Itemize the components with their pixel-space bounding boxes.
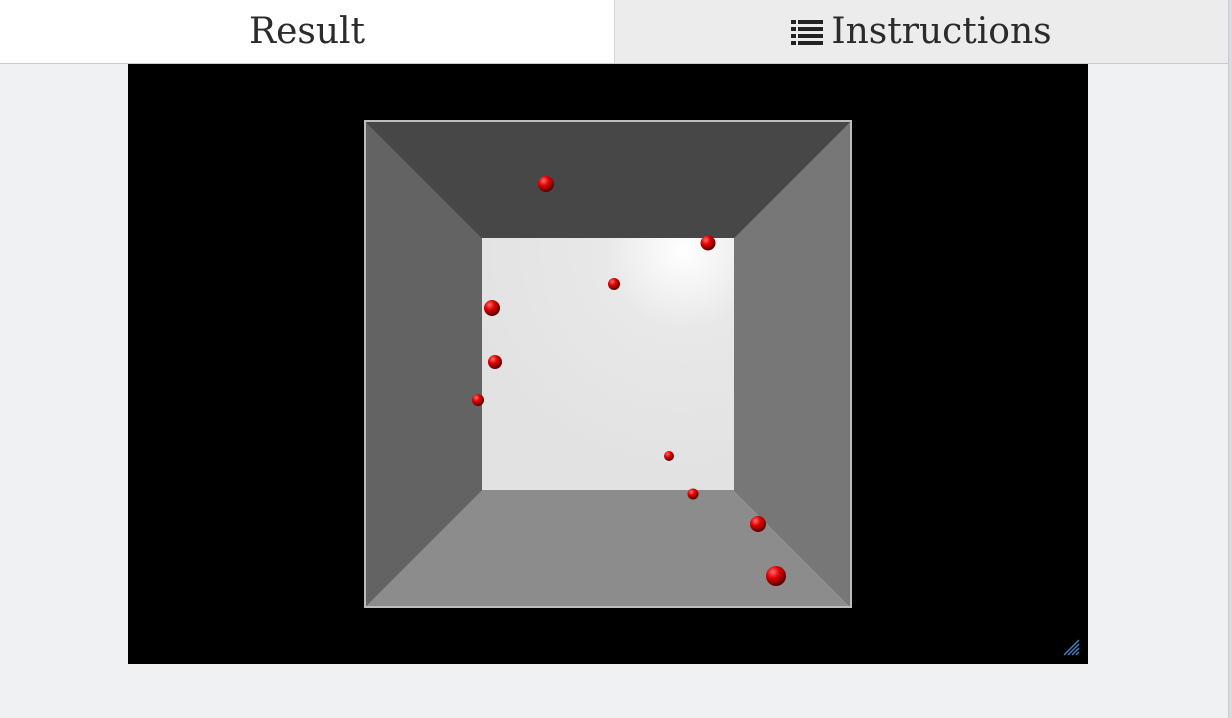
ball <box>488 355 502 369</box>
ball <box>472 394 484 406</box>
box-back-wall <box>482 238 734 490</box>
ball <box>484 300 500 316</box>
tab-instructions[interactable]: Instructions <box>615 0 1228 63</box>
box-scene <box>364 120 852 608</box>
render-canvas[interactable] <box>128 64 1088 664</box>
list-icon <box>791 19 824 45</box>
resize-grip-icon[interactable] <box>1062 638 1080 656</box>
tab-instructions-label: Instructions <box>831 11 1052 52</box>
scrollbar-edge[interactable] <box>1228 0 1232 718</box>
tab-result[interactable]: Result <box>0 0 615 63</box>
ball <box>664 451 674 461</box>
ball <box>687 488 699 500</box>
ball <box>750 516 766 532</box>
ball <box>700 235 716 251</box>
ball <box>766 566 786 586</box>
tab-result-label: Result <box>248 11 366 52</box>
tab-bar: Result Instructions <box>0 0 1228 64</box>
ball <box>538 176 554 192</box>
ball <box>608 278 620 290</box>
